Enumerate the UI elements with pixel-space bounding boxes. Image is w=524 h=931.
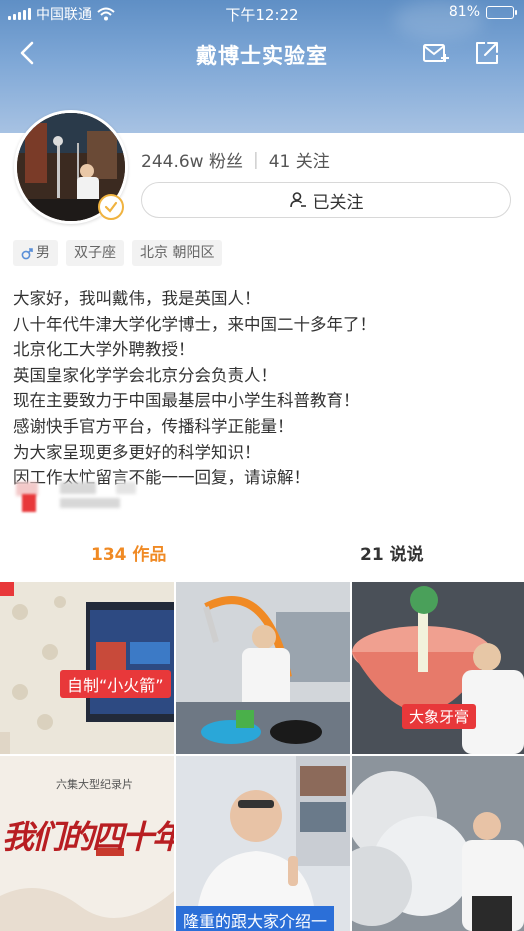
video-thumbnail[interactable] (176, 582, 350, 754)
user-followed-icon (289, 192, 306, 208)
profile-tags: 男 双子座 北京 朝阳区 (13, 240, 223, 266)
video-thumbnail-image (0, 582, 174, 754)
verified-badge-icon (98, 194, 124, 220)
bio-line: 八十年代牛津大学化学博士，来中国二十多年了！ (13, 314, 376, 334)
zodiac-label: 双子座 (74, 245, 116, 261)
share-icon[interactable] (474, 40, 500, 66)
bio-line: 为大家呈现更多更好的科学知识！ (13, 442, 261, 462)
bio-line: 北京化工大学外聘教授！ (13, 340, 195, 360)
video-label: 我们的四十年 (2, 818, 174, 856)
status-bar: 中国联通 下午12:22 81% (0, 0, 524, 26)
video-label: 自制“小火箭” (60, 670, 171, 698)
battery-percent: 81% (448, 4, 480, 20)
video-thumbnail[interactable] (352, 756, 524, 931)
follow-button[interactable]: 已关注 (141, 182, 511, 218)
following-count[interactable]: 41 关注 (269, 147, 330, 172)
gender-label: 男 (36, 245, 50, 261)
video-thumbnail[interactable]: 自制“小火箭” (0, 582, 174, 754)
tab-talks[interactable]: 21 说说 (360, 540, 424, 565)
video-caption: 六集大型纪录片 (56, 778, 133, 791)
video-thumbnail-image (352, 756, 524, 931)
stats-separator: | (252, 149, 259, 170)
battery-icon (486, 5, 517, 19)
video-thumbnail-image (176, 756, 350, 931)
male-icon (21, 248, 33, 260)
nav-bar: 戴博士实验室 (0, 30, 524, 78)
blurred-contact-info (16, 482, 136, 516)
fans-count[interactable]: 244.6w 粉丝 (141, 147, 243, 172)
video-label: 隆重的跟大家介绍一 (176, 906, 335, 931)
status-time: 下午12:22 (225, 6, 299, 24)
bio-line: 现在主要致力于中国最基层中小学生科普教育！ (13, 391, 360, 411)
video-grid: 自制“小火箭” 大象牙膏 六集大型纪录片 我们的四十年 隆重的跟大家介绍一 (0, 582, 524, 931)
location-tag: 北京 朝阳区 (132, 240, 223, 266)
profile-bio: 大家好，我叫戴伟，我是英国人！ 八十年代牛津大学化学博士，来中国二十多年了！ 北… (13, 286, 376, 491)
mail-plus-icon[interactable] (422, 40, 450, 66)
content-tabs: 134 作品 21 说说 (0, 534, 524, 570)
status-right: 81% (448, 4, 517, 20)
gender-tag: 男 (13, 240, 58, 266)
zodiac-tag: 双子座 (66, 240, 124, 266)
bio-line: 感谢快手官方平台，传播科学正能量！ (13, 416, 294, 436)
bio-line: 大家好，我叫戴伟，我是英国人！ (13, 289, 261, 308)
video-thumbnail-image (176, 582, 350, 754)
follow-button-label: 已关注 (312, 192, 364, 213)
video-thumbnail[interactable]: 大象牙膏 (352, 582, 524, 754)
tab-works[interactable]: 134 作品 (91, 540, 166, 565)
profile-stats: 244.6w 粉丝 | 41 关注 (141, 147, 330, 173)
location-label: 北京 朝阳区 (140, 245, 215, 261)
bio-line: 英国皇家化学学会北京分会负责人！ (13, 365, 277, 385)
video-thumbnail[interactable]: 隆重的跟大家介绍一 (176, 756, 350, 931)
video-thumbnail[interactable]: 六集大型纪录片 我们的四十年 (0, 756, 174, 931)
video-label: 大象牙膏 (402, 704, 477, 729)
